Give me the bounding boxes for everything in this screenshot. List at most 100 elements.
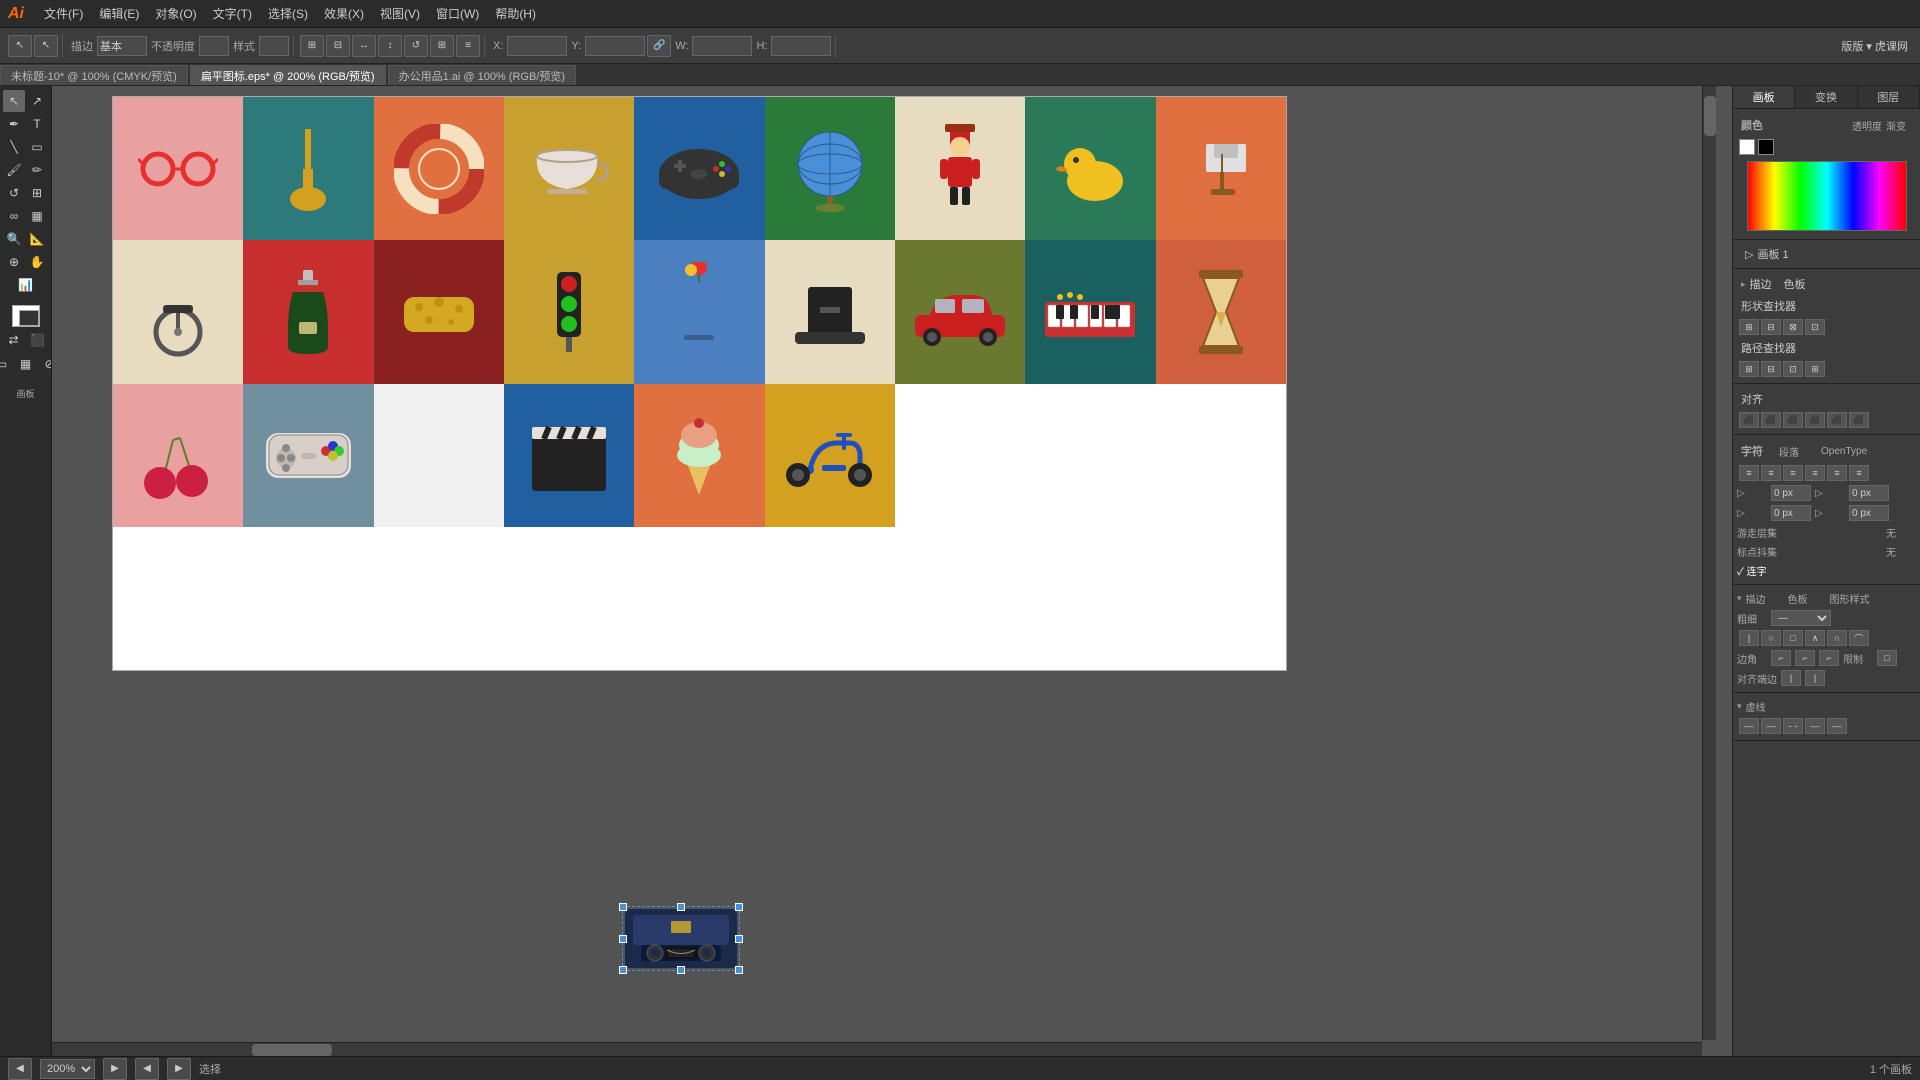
blend-tool[interactable]: ∞ — [3, 205, 25, 227]
brush-tool[interactable]: 🖌 — [3, 159, 25, 181]
align-left-btn[interactable]: ⊞ — [300, 35, 324, 57]
stroke-select[interactable] — [97, 36, 147, 56]
flip-h-btn[interactable]: ↔ — [352, 35, 376, 57]
text-align-1[interactable]: ≡ — [1739, 465, 1759, 481]
swap-colors-btn[interactable]: ⇄ — [3, 329, 25, 351]
shape-icon-3[interactable]: ⊠ — [1783, 319, 1803, 335]
vhs-selected-element[interactable] — [622, 906, 740, 971]
pen-tool[interactable]: ✒ — [3, 113, 25, 135]
zoom-select[interactable]: 200% — [40, 1059, 95, 1079]
zoom-in-btn[interactable]: ▶ — [103, 1058, 127, 1080]
tab-2[interactable]: 办公用品1.ai @ 100% (RGB/预览) — [388, 65, 576, 85]
shape-icon-2[interactable]: ⊟ — [1761, 319, 1781, 335]
line-tool[interactable]: ╲ — [3, 136, 25, 158]
handle-tm[interactable] — [677, 903, 685, 911]
handle-br[interactable] — [735, 966, 743, 974]
spacing-input-2[interactable] — [1849, 485, 1889, 501]
shape-icon-1[interactable]: ⊞ — [1739, 319, 1759, 335]
canvas-area[interactable] — [52, 86, 1732, 1056]
mirror-btn[interactable]: ⊞ — [430, 35, 454, 57]
dash-icon-4[interactable]: — — [1805, 718, 1825, 734]
handle-bl[interactable] — [619, 966, 627, 974]
align-bottom[interactable]: ⬛ — [1849, 412, 1869, 428]
collapse-arrow-stroke[interactable]: ▸ — [1741, 279, 1746, 290]
join-bevel[interactable]: ⌒ — [1849, 630, 1869, 646]
align-right[interactable]: ⬛ — [1783, 412, 1803, 428]
handle-mr[interactable] — [735, 935, 743, 943]
corner-icon-3[interactable]: ⌐ — [1819, 650, 1839, 666]
color-gradient[interactable] — [1747, 161, 1907, 231]
align-stroke-2[interactable]: | — [1805, 670, 1825, 686]
text-align-4[interactable]: ≡ — [1805, 465, 1825, 481]
zoom-tool[interactable]: ⊕ — [3, 251, 25, 273]
zoom-out-btn[interactable]: ◀ — [8, 1058, 32, 1080]
next-page-btn[interactable]: ▶ — [167, 1058, 191, 1080]
opacity-input[interactable] — [199, 36, 229, 56]
join-miter[interactable]: ∧ — [1805, 630, 1825, 646]
prev-page-btn[interactable]: ◀ — [135, 1058, 159, 1080]
x-input[interactable]: 292.299 — [507, 36, 567, 56]
cap-butt[interactable]: | — [1739, 630, 1759, 646]
dash-icon-3[interactable]: - - — [1783, 718, 1803, 734]
panel-tab-artboard[interactable]: 画板 — [1733, 86, 1795, 108]
fill-color[interactable] — [12, 305, 40, 327]
eyedropper-tool[interactable]: 🔍 — [3, 228, 25, 250]
fill-mode-btn[interactable]: ▭ — [0, 353, 13, 375]
measure-tool[interactable]: 📐 — [26, 228, 48, 250]
menu-text[interactable]: 文字(T) — [205, 3, 260, 24]
cap-round[interactable]: ○ — [1761, 630, 1781, 646]
default-colors-btn[interactable]: ⬛ — [27, 329, 49, 351]
menu-view[interactable]: 视图(V) — [372, 3, 428, 24]
horizontal-scrollbar[interactable] — [52, 1042, 1702, 1056]
graph-tool[interactable]: 📊 — [15, 274, 37, 296]
select-tool[interactable]: ↖ — [3, 90, 25, 112]
gradient-tool[interactable]: ▦ — [26, 205, 48, 227]
dash-icon-5[interactable]: — — [1827, 718, 1847, 734]
tab-1[interactable]: 扁平图标.eps* @ 200% (RGB/预览) — [190, 65, 386, 85]
panel-tab-transform[interactable]: 变换 — [1795, 86, 1857, 108]
rotate-tool[interactable]: ↺ — [3, 182, 25, 204]
dash-collapse[interactable]: ▾ — [1737, 701, 1742, 712]
selection-tool-btn[interactable]: ↖ — [8, 35, 32, 57]
path-icon-3[interactable]: ⊡ — [1783, 361, 1803, 377]
artboard-item-1[interactable]: ▷ 画板 1 — [1737, 244, 1916, 264]
padding-input-2[interactable] — [1849, 505, 1889, 521]
corner-icon-1[interactable]: ⌐ — [1771, 650, 1791, 666]
vertical-scrollbar[interactable] — [1702, 86, 1716, 1040]
align-center[interactable]: ⬛ — [1761, 412, 1781, 428]
hand-tool[interactable]: ✋ — [26, 251, 48, 273]
link-wh-btn[interactable]: 🔗 — [647, 35, 671, 57]
rotate-btn[interactable]: ↺ — [404, 35, 428, 57]
pencil-tool[interactable]: ✏ — [26, 159, 48, 181]
direct-select-tool[interactable]: ↗ — [26, 90, 48, 112]
text-align-5[interactable]: ≡ — [1827, 465, 1847, 481]
limit-icon[interactable]: □ — [1877, 650, 1897, 666]
gradient-mode-btn[interactable]: ▦ — [15, 353, 37, 375]
align-middle[interactable]: ⬛ — [1827, 412, 1847, 428]
menu-file[interactable]: 文件(F) — [36, 3, 91, 24]
handle-tl[interactable] — [619, 903, 627, 911]
align-left[interactable]: ⬛ — [1739, 412, 1759, 428]
scale-tool[interactable]: ⊞ — [26, 182, 48, 204]
path-icon-4[interactable]: ⊞ — [1805, 361, 1825, 377]
black-swatch[interactable] — [1758, 139, 1774, 155]
corner-icon-2[interactable]: ⌐ — [1795, 650, 1815, 666]
rect-tool[interactable]: ▭ — [26, 136, 48, 158]
menu-select[interactable]: 选择(S) — [260, 3, 316, 24]
text-align-3[interactable]: ≡ — [1783, 465, 1803, 481]
dash-icon-1[interactable]: — — [1739, 718, 1759, 734]
cap-square[interactable]: □ — [1783, 630, 1803, 646]
align-center-btn[interactable]: ⊟ — [326, 35, 350, 57]
handle-ml[interactable] — [619, 935, 627, 943]
white-swatch[interactable] — [1739, 139, 1755, 155]
spacing-input-1[interactable] — [1771, 485, 1811, 501]
type-tool[interactable]: T — [26, 113, 48, 135]
y-input[interactable]: 292.04 — [585, 36, 645, 56]
flip-v-btn[interactable]: ↕ — [378, 35, 402, 57]
handle-tr[interactable] — [735, 903, 743, 911]
menu-object[interactable]: 对象(O) — [147, 3, 204, 24]
text-align-6[interactable]: ≡ — [1849, 465, 1869, 481]
handle-bm[interactable] — [677, 966, 685, 974]
tab-0[interactable]: 未标题-10* @ 100% (CMYK/预览) — [0, 65, 188, 85]
join-round[interactable]: ∩ — [1827, 630, 1847, 646]
